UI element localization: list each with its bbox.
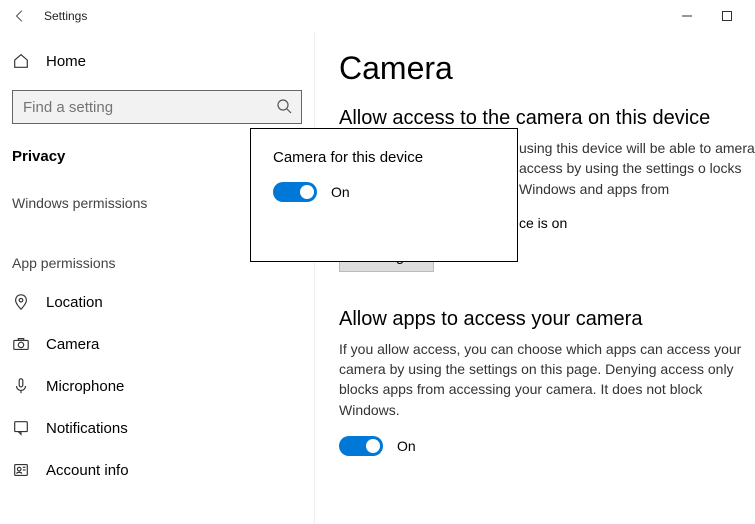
search-box[interactable] [12, 90, 302, 124]
home-nav[interactable]: Home [0, 44, 314, 78]
sidebar-item-camera[interactable]: Camera [0, 323, 314, 365]
sidebar-item-label: Camera [46, 336, 99, 353]
popup-title: Camera for this device [273, 149, 495, 166]
device-camera-toggle-label: On [331, 184, 350, 200]
notifications-icon [12, 419, 30, 437]
sidebar-item-label: Location [46, 294, 103, 311]
change-popup: Camera for this device On [250, 128, 518, 262]
sidebar-item-label: Microphone [46, 378, 124, 395]
sidebar-item-location[interactable]: Location [0, 281, 314, 323]
sidebar-item-account-info[interactable]: Account info [0, 449, 314, 491]
section-allow-device-title: Allow access to the camera on this devic… [339, 107, 755, 130]
apps-access-toggle[interactable] [339, 436, 383, 456]
sidebar-item-notifications[interactable]: Notifications [0, 407, 314, 449]
sidebar-item-label: Notifications [46, 420, 128, 437]
window-title: Settings [44, 9, 87, 23]
sidebar-item-microphone[interactable]: Microphone [0, 365, 314, 407]
section-allow-apps-body: If you allow access, you can choose whic… [339, 339, 755, 420]
page-title: Camera [339, 50, 755, 87]
microphone-icon [12, 377, 30, 395]
apps-access-toggle-row: On [339, 436, 755, 456]
search-icon [276, 98, 292, 117]
minimize-button[interactable] [667, 1, 707, 31]
home-icon [12, 52, 30, 70]
back-button[interactable] [8, 4, 32, 28]
camera-icon [12, 335, 30, 353]
home-label: Home [46, 53, 86, 70]
device-camera-toggle[interactable] [273, 182, 317, 202]
maximize-button[interactable] [707, 1, 747, 31]
titlebar: Settings [0, 0, 755, 32]
location-icon [12, 293, 30, 311]
sidebar: Home Privacy Windows permissions App per… [0, 32, 315, 524]
main-content: Camera Allow access to the camera on thi… [315, 32, 755, 524]
popup-toggle-row: On [273, 182, 495, 202]
search-input[interactable] [12, 90, 302, 124]
maximize-icon [722, 11, 732, 21]
account-icon [12, 461, 30, 479]
sidebar-item-label: Account info [46, 462, 129, 479]
minimize-icon [682, 11, 692, 21]
section-allow-apps-title: Allow apps to access your camera [339, 308, 755, 331]
arrow-left-icon [13, 9, 27, 23]
apps-access-toggle-label: On [397, 438, 416, 454]
